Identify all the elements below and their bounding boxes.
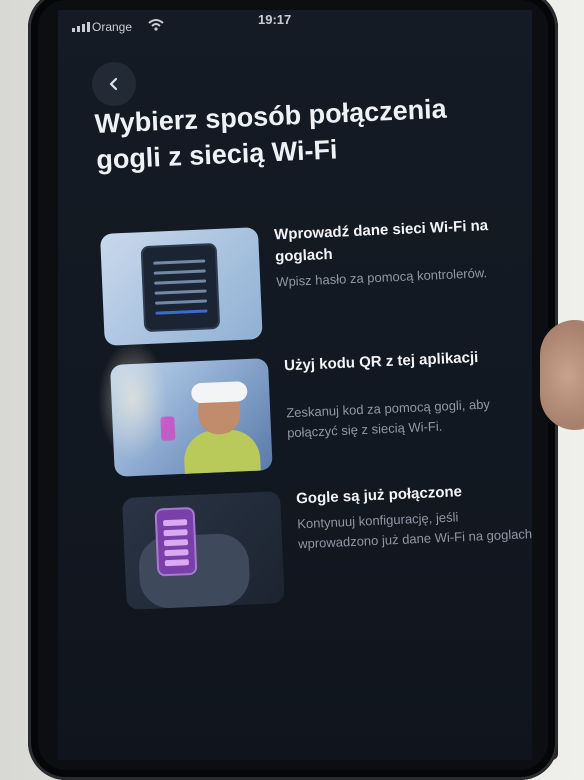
status-time: 19:17 — [258, 12, 292, 27]
option-image-tablet — [100, 227, 263, 346]
wifi-icon — [148, 19, 164, 31]
screen-glare — [98, 340, 168, 460]
chevron-left-icon — [109, 77, 118, 91]
option-description: Zeskanuj kod za pomocą gogli, aby połącz… — [285, 396, 491, 441]
signal-icon — [72, 22, 90, 32]
option-title: Użyj kodu QR z tej aplikacji — [283, 348, 479, 375]
page-title: Wybierz sposób połączenia gogli z siecią… — [94, 93, 448, 175]
status-bar: Orange 19:17 — [58, 10, 532, 40]
option-use-qr-code[interactable]: Użyj kodu QR z tej aplikacji Zeskanuj ko… — [110, 347, 532, 487]
option-title: Wprowadź dane sieci Wi-Fi na goglach — [273, 217, 489, 266]
option-already-connected[interactable]: Gogle są już połączone Kontynuuj konfigu… — [122, 480, 532, 620]
option-enter-wifi-on-headset[interactable]: Wprowadź dane sieci Wi-Fi na goglach Wpi… — [100, 216, 525, 356]
hand — [540, 320, 584, 430]
back-button[interactable] — [92, 62, 136, 106]
option-description: Kontynuuj konfigurację, jeśli wprowadzon… — [296, 509, 532, 552]
carrier-label: Orange — [92, 20, 133, 34]
phone-screen: Orange 19:17 Wybierz sposób połączenia g… — [58, 10, 532, 760]
option-image-phone-in-hand — [122, 491, 285, 610]
